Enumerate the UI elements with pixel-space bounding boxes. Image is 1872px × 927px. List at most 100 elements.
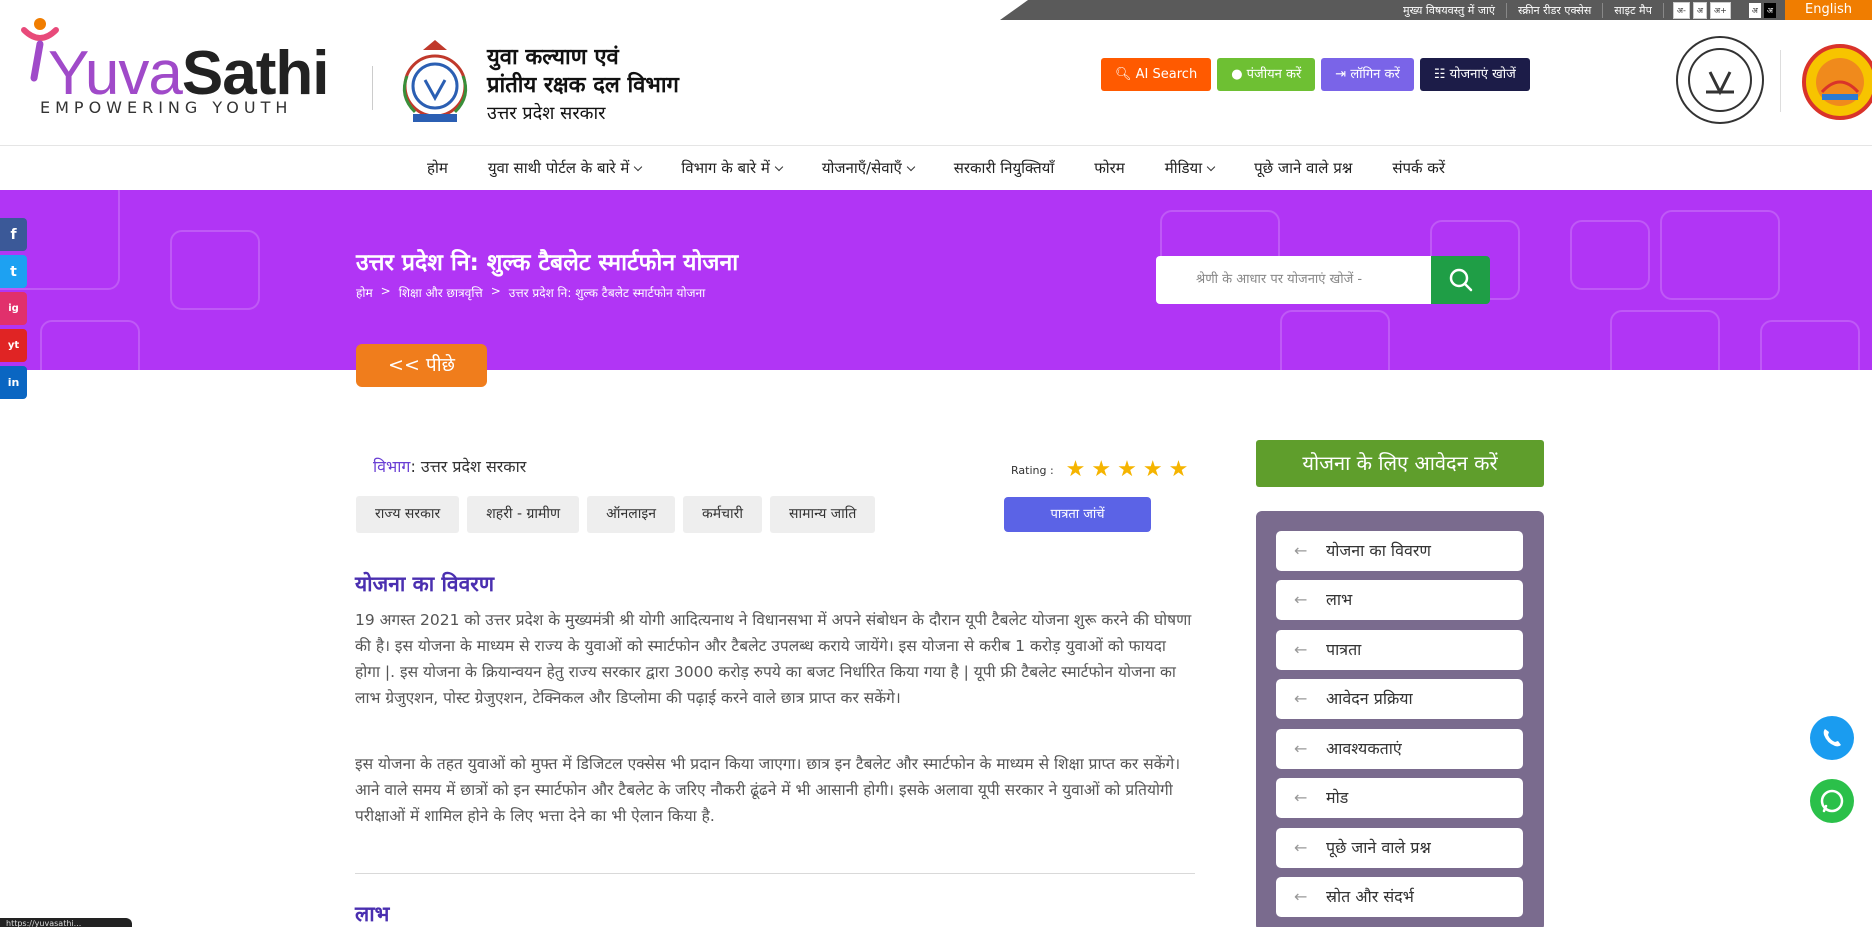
star-icon: ★ — [1065, 457, 1086, 482]
scheme-department: विभाग: उत्तर प्रदेश सरकार — [373, 455, 526, 477]
banner-pattern — [170, 230, 260, 310]
phone-icon — [1823, 729, 1841, 747]
tag-online: ऑनलाइन — [587, 496, 675, 533]
nav-item-about-department[interactable]: विभाग के बारे में — [661, 158, 801, 178]
font-normal-button[interactable]: अ — [1692, 1, 1707, 19]
breadcrumb-separator: > — [380, 284, 391, 298]
nav-item-faq[interactable]: पूछे जाने वाले प्रश्न — [1234, 158, 1372, 178]
language-english-button[interactable]: English — [1785, 0, 1872, 20]
page-banner — [0, 190, 1872, 370]
call-button[interactable] — [1810, 716, 1854, 760]
sidebar-item-faq[interactable]: ← पूछे जाने वाले प्रश्न — [1276, 828, 1523, 868]
star-icon: ★ — [1142, 457, 1163, 482]
search-icon — [1449, 268, 1473, 292]
contrast-controls: अ अ — [1748, 2, 1777, 18]
department-label: विभाग — [373, 457, 411, 476]
breadcrumb-home[interactable]: होम — [356, 284, 373, 301]
status-bar-url: https://yuvasathi... — [0, 918, 132, 927]
tag-general-caste: सामान्य जाति — [770, 496, 876, 533]
light-theme-button[interactable]: अ — [1748, 2, 1761, 18]
apply-scheme-button[interactable]: योजना के लिए आवेदन करें — [1256, 440, 1544, 487]
ai-search-button[interactable]: 🔍︎ AI Search — [1101, 58, 1212, 91]
sidebar-item-mode[interactable]: ← मोड — [1276, 778, 1523, 818]
arrow-left-icon: ← — [1294, 887, 1308, 906]
header-divider — [372, 66, 373, 110]
breadcrumb-current: उत्तर प्रदेश नि: शुल्क टैबलेट स्मार्टफोन… — [508, 286, 706, 300]
back-button[interactable]: << पीछे — [356, 344, 487, 387]
section-title-benefits: लाभ — [355, 902, 390, 926]
rating-label: Rating : — [1011, 463, 1054, 477]
youtube-icon[interactable]: yt — [0, 329, 27, 362]
department-title: युवा कल्याण एवं प्रांतीय रक्षक दल विभाग — [487, 45, 679, 98]
nav-item-govt-jobs[interactable]: सरकारी नियुक्तियाँ — [934, 158, 1074, 178]
scheme-description-paragraph: 19 अगस्त 2021 को उत्तर प्रदेश के मुख्यमं… — [355, 611, 1192, 707]
user-icon: ● — [1231, 67, 1243, 82]
top-utility-bar: मुख्य विषयवस्तु में जाएं स्क्रीन रीडर एक… — [1000, 0, 1872, 20]
breadcrumb: होम > शिक्षा और छात्रवृत्ति > उत्तर प्रद… — [356, 284, 705, 301]
sidebar-item-sources[interactable]: ← स्रोत और संदर्भ — [1276, 877, 1523, 917]
sidebar-item-benefits[interactable]: ← लाभ — [1276, 580, 1523, 620]
linkedin-icon[interactable]: in — [0, 366, 27, 399]
banner-pattern — [1280, 310, 1390, 370]
skip-to-content-link[interactable]: मुख्य विषयवस्तु में जाएं — [1392, 2, 1507, 18]
star-icon: ★ — [1168, 457, 1189, 482]
mangal-dal-logo-icon[interactable] — [1800, 36, 1872, 132]
facebook-icon[interactable]: f — [0, 218, 27, 251]
department-subtitle: उत्तर प्रदेश सरकार — [487, 103, 606, 124]
find-schemes-button[interactable]: ☷ योजनाएं खोजें — [1419, 58, 1530, 91]
header-action-buttons: 🔍︎ AI Search ● पंजीयन करें ⇥ लॉगिन करें … — [1101, 58, 1530, 91]
nav-item-contact[interactable]: संपर्क करें — [1372, 158, 1465, 178]
tag-employee: कर्मचारी — [683, 496, 762, 533]
scheme-category-search-input[interactable]: श्रेणी के आधार पर योजनाएं खोजें - — [1156, 256, 1431, 304]
scheme-rating: Rating : ★ ★ ★ ★ ★ — [1011, 459, 1188, 481]
font-increase-button[interactable]: अ+ — [1709, 1, 1731, 19]
page-title: उत्तर प्रदेश नि: शुल्क टैबलेट स्मार्टफोन… — [356, 250, 739, 276]
nav-item-home[interactable]: होम — [407, 158, 468, 178]
banner-pattern — [1760, 320, 1860, 370]
banner-search-button[interactable] — [1431, 256, 1490, 304]
yuva-sathi-logo[interactable]: YuvaSathi EMPOWERING YOUTH — [20, 16, 355, 126]
breadcrumb-category[interactable]: शिक्षा और छात्रवृत्ति — [399, 284, 483, 301]
chevron-down-icon — [774, 162, 784, 172]
page: मुख्य विषयवस्तु में जाएं स्क्रीन रीडर एक… — [0, 0, 1872, 927]
arrow-left-icon: ← — [1294, 838, 1308, 857]
check-eligibility-button[interactable]: पात्रता जांचें — [1004, 497, 1151, 532]
sidebar-item-requirements[interactable]: ← आवश्यकताएं — [1276, 729, 1523, 769]
twitter-icon[interactable]: t — [0, 255, 27, 288]
nav-item-schemes-services[interactable]: योजनाएँ/सेवाएँ — [802, 158, 934, 178]
font-decrease-button[interactable]: अ- — [1672, 1, 1690, 19]
arrow-left-icon: ← — [1294, 689, 1308, 708]
header-divider-right — [1780, 50, 1781, 112]
nav-item-about-portal[interactable]: युवा साथी पोर्टल के बारे में — [468, 158, 661, 178]
sidebar-item-application-process[interactable]: ← आवेदन प्रक्रिया — [1276, 679, 1523, 719]
section-title-scheme-details: योजना का विवरण — [355, 572, 495, 596]
department-emblem-icon[interactable] — [395, 36, 475, 124]
search-icon: 🔍︎ — [1115, 67, 1132, 82]
banner-pattern — [1610, 310, 1720, 370]
sidebar-item-eligibility[interactable]: ← पात्रता — [1276, 630, 1523, 670]
arrow-left-icon: ← — [1294, 788, 1308, 807]
tag-urban-rural: शहरी - ग्रामीण — [467, 496, 580, 533]
nav-item-forum[interactable]: फोरम — [1074, 158, 1145, 178]
whatsapp-button[interactable] — [1810, 779, 1854, 823]
font-size-controls: अ- अ अ+ — [1672, 1, 1731, 19]
sitemap-link[interactable]: साइट मैप — [1603, 2, 1664, 18]
scheme-tags: राज्य सरकार शहरी - ग्रामीण ऑनलाइन कर्मचा… — [356, 496, 876, 533]
star-icon: ★ — [1091, 457, 1112, 482]
screen-reader-link[interactable]: स्क्रीन रीडर एक्सेस — [1507, 2, 1604, 18]
whatsapp-icon — [1820, 789, 1844, 813]
sidebar-item-details[interactable]: ← योजना का विवरण — [1276, 531, 1523, 571]
logo-tagline: EMPOWERING YOUTH — [40, 98, 293, 117]
login-button[interactable]: ⇥ लॉगिन करें — [1321, 58, 1414, 91]
department-value: : उत्तर प्रदेश सरकार — [410, 457, 527, 476]
banner-pattern — [40, 320, 140, 370]
instagram-icon[interactable]: ig — [0, 292, 27, 325]
sitemap-icon: ☷ — [1433, 67, 1446, 82]
dark-theme-button[interactable]: अ — [1763, 2, 1777, 18]
up-government-seal-icon[interactable] — [1676, 36, 1764, 124]
register-button[interactable]: ● पंजीयन करें — [1217, 58, 1316, 91]
chevron-down-icon — [634, 162, 643, 172]
main-navigation: होम युवा साथी पोर्टल के बारे में विभाग क… — [0, 146, 1872, 190]
sign-in-icon: ⇥ — [1335, 67, 1347, 82]
nav-item-media[interactable]: मीडिया — [1145, 158, 1234, 178]
